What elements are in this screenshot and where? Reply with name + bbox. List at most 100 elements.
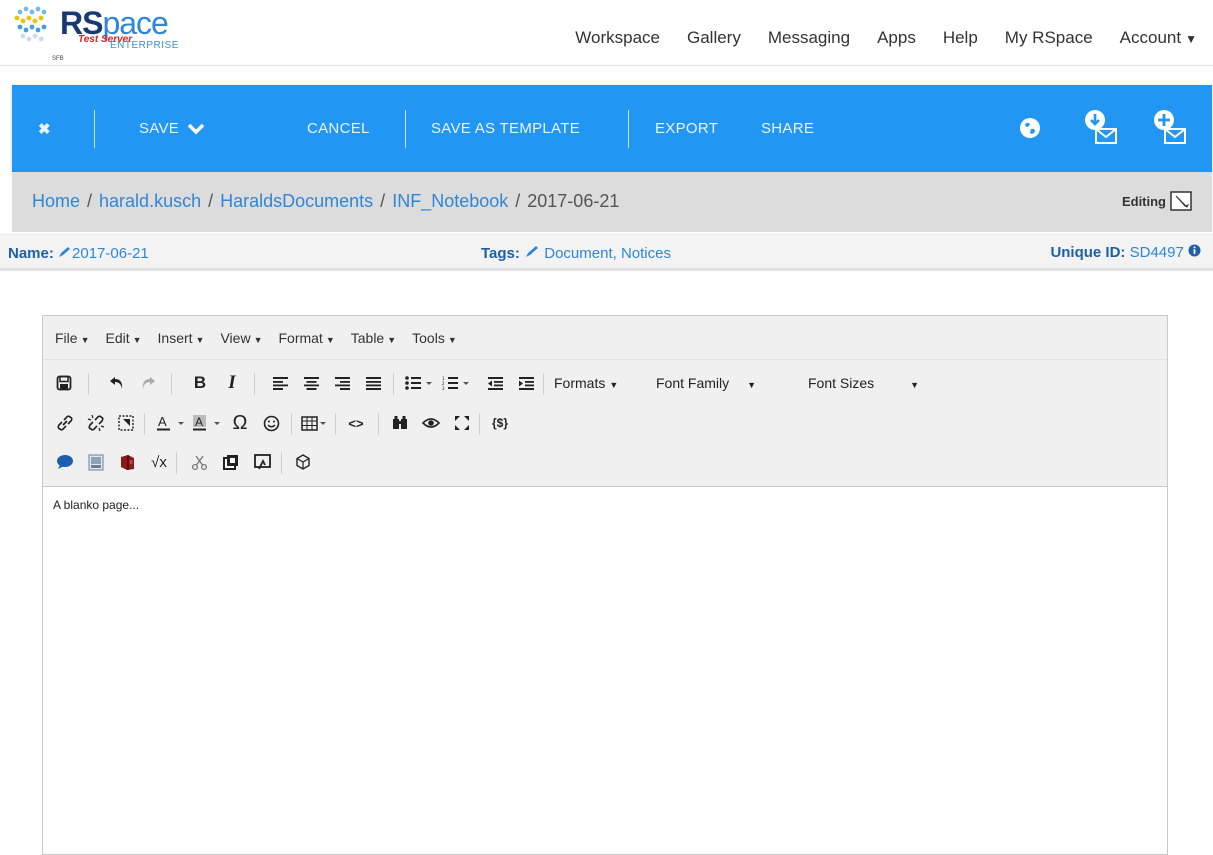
download-message-icon[interactable]: [1080, 107, 1122, 149]
menu-view[interactable]: View ▼: [220, 330, 262, 346]
pencil-icon: [59, 247, 71, 257]
save-button-label: SAVE: [139, 120, 180, 137]
caret-down-icon: ▼: [253, 334, 263, 345]
toolbar-divider: [335, 413, 336, 435]
bullet-list-icon[interactable]: [405, 369, 433, 397]
align-center-icon[interactable]: [300, 369, 322, 397]
save-as-template-button[interactable]: SAVE AS TEMPLATE: [431, 85, 580, 172]
menu-edit[interactable]: Edit ▼: [105, 330, 141, 346]
cancel-button[interactable]: CANCEL: [307, 85, 370, 172]
special-character-icon[interactable]: Ω: [229, 409, 251, 437]
caret-down-icon: ▼: [447, 334, 457, 345]
redo-icon[interactable]: [137, 369, 159, 397]
menu-format[interactable]: Format ▼: [278, 330, 334, 346]
caret-down-icon: ▼: [609, 380, 619, 390]
chemistry-icon[interactable]: [85, 448, 107, 476]
menu-format-label: Format: [278, 329, 323, 346]
editor-content[interactable]: A blanko page...: [53, 498, 139, 512]
indent-icon[interactable]: [515, 369, 537, 397]
toolbar-divider: [88, 373, 89, 395]
comment-icon[interactable]: [54, 448, 76, 476]
caret-down-icon: ▼: [80, 334, 90, 345]
toolbar-row-2: A A Ω <> {$}: [43, 406, 1167, 440]
globe-icon[interactable]: [1017, 115, 1043, 141]
nav-my-rspace[interactable]: My RSpace: [1005, 28, 1093, 48]
italic-icon[interactable]: I: [221, 369, 243, 397]
export-button[interactable]: EXPORT: [655, 85, 718, 172]
snippet-scissors-icon[interactable]: [188, 448, 210, 476]
nav-messaging[interactable]: Messaging: [768, 28, 850, 48]
fullscreen-icon[interactable]: [451, 409, 473, 437]
menu-insert[interactable]: Insert ▼: [158, 330, 205, 346]
code-snippet-icon[interactable]: {$}: [489, 409, 511, 437]
table-icon[interactable]: [301, 409, 327, 437]
font-sizes-dropdown-label: Font Sizes: [808, 375, 875, 391]
numbered-list-icon[interactable]: 123: [442, 369, 470, 397]
logo-org-label: SFB: [52, 56, 64, 62]
align-right-icon[interactable]: [331, 369, 353, 397]
breadcrumb-separator: /: [515, 191, 521, 211]
svg-text:A: A: [158, 414, 167, 429]
tags-value: Document, Notices: [544, 245, 671, 262]
menu-table[interactable]: Table ▼: [351, 330, 396, 346]
align-justify-icon[interactable]: [362, 369, 384, 397]
breadcrumb-user[interactable]: harald.kusch: [99, 191, 201, 211]
svg-text:3: 3: [442, 386, 445, 390]
rspace-logo[interactable]: RSpace Test Server ENTERPRISE SFB: [14, 4, 184, 64]
menu-file[interactable]: File ▼: [55, 330, 89, 346]
insert-template-icon[interactable]: [220, 448, 242, 476]
unlink-icon[interactable]: [85, 409, 107, 437]
main-nav: Workspace Gallery Messaging Apps Help My…: [548, 28, 1197, 48]
toolbar-divider: [171, 373, 172, 395]
nav-gallery[interactable]: Gallery: [687, 28, 741, 48]
find-replace-icon[interactable]: [389, 409, 411, 437]
save-button[interactable]: SAVE: [139, 85, 205, 172]
toolbar-row-3: √x: [43, 445, 1167, 479]
create-message-icon[interactable]: [1149, 107, 1191, 149]
caret-down-icon: ▼: [910, 380, 920, 390]
breadcrumb-home[interactable]: Home: [32, 191, 80, 211]
toolbar-divider: [628, 110, 629, 148]
font-family-dropdown[interactable]: Font Family ▼: [656, 375, 756, 391]
nav-account[interactable]: Account ▼: [1120, 28, 1197, 48]
logo-edition-label: ENTERPRISE: [110, 40, 179, 51]
caret-down-icon: ▼: [1185, 32, 1197, 46]
close-icon: ✖: [38, 120, 51, 138]
unique-id-label: Unique ID:: [1050, 244, 1126, 261]
svg-text:A: A: [195, 415, 203, 429]
close-button[interactable]: ✖: [38, 85, 51, 172]
breadcrumb-folder[interactable]: HaraldsDocuments: [220, 191, 373, 211]
save-icon[interactable]: [53, 369, 75, 397]
document-name-field[interactable]: Name: 2017-06-21: [8, 245, 149, 262]
link-icon[interactable]: [54, 409, 76, 437]
share-button[interactable]: SHARE: [761, 85, 814, 172]
outdent-icon[interactable]: [484, 369, 506, 397]
3d-model-icon[interactable]: [292, 448, 314, 476]
source-code-icon[interactable]: <>: [345, 409, 367, 437]
breadcrumb-notebook[interactable]: INF_Notebook: [392, 191, 508, 211]
insert-link-box-icon[interactable]: [251, 448, 273, 476]
info-icon[interactable]: [1188, 244, 1201, 257]
toolbar-divider: [378, 413, 379, 435]
menu-tools[interactable]: Tools ▼: [412, 330, 457, 346]
text-color-icon[interactable]: A: [156, 409, 186, 437]
nav-help[interactable]: Help: [943, 28, 978, 48]
nav-apps[interactable]: Apps: [877, 28, 916, 48]
nav-account-label: Account: [1119, 28, 1182, 47]
math-equation-icon[interactable]: √x: [148, 448, 170, 476]
font-sizes-dropdown[interactable]: Font Sizes ▼: [808, 375, 919, 391]
document-tags-field[interactable]: Tags: Document, Notices: [481, 245, 671, 262]
align-left-icon[interactable]: [269, 369, 291, 397]
formats-dropdown[interactable]: Formats ▼: [554, 375, 618, 391]
bold-icon[interactable]: B: [189, 369, 211, 397]
preview-icon[interactable]: [420, 409, 442, 437]
nav-workspace[interactable]: Workspace: [575, 28, 660, 48]
anchor-icon[interactable]: [115, 409, 137, 437]
emoticons-icon[interactable]: [260, 409, 282, 437]
pencil-icon: [526, 246, 539, 257]
background-color-icon[interactable]: A: [192, 409, 222, 437]
breadcrumb-current: 2017-06-21: [527, 191, 620, 211]
gallery-media-icon[interactable]: [116, 448, 138, 476]
undo-icon[interactable]: [106, 369, 128, 397]
editor-menubar: File ▼ Edit ▼ Insert ▼ View ▼ Format ▼ Table ▼…: [43, 316, 1167, 360]
